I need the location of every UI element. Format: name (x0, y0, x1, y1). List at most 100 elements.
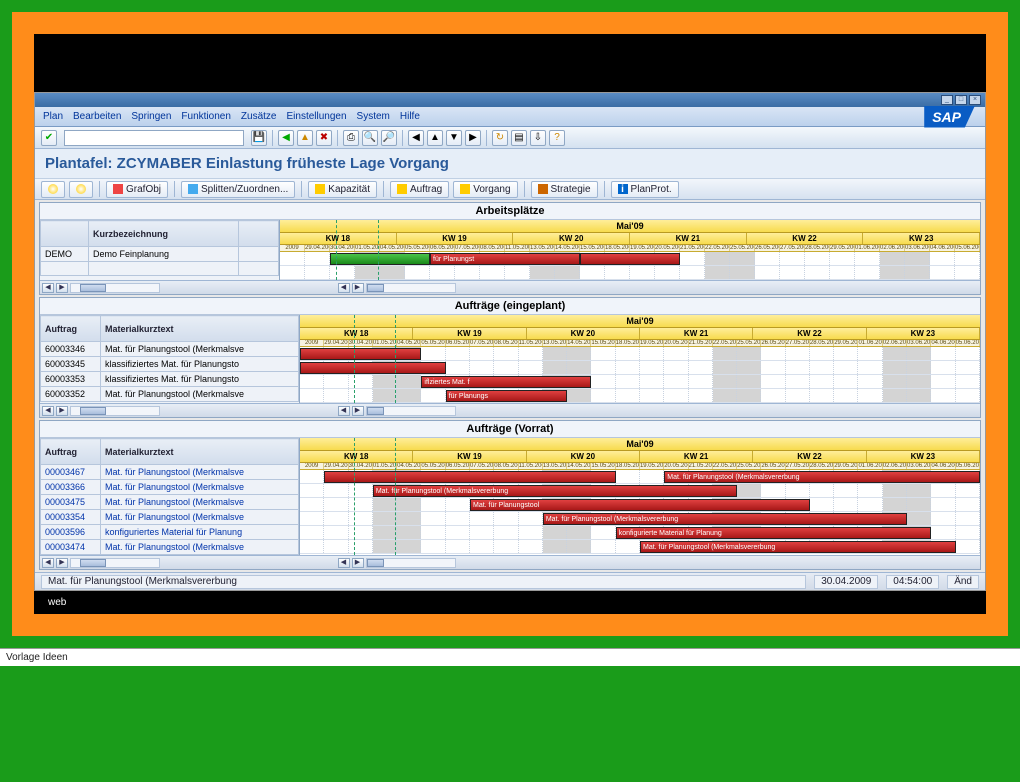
scroll-right-icon[interactable]: ▶ (56, 406, 68, 416)
scroll-left-icon[interactable]: ◀ (42, 406, 54, 416)
table-row[interactable]: 00003366Mat. für Planungstool (Merkmalsv… (41, 480, 299, 495)
day-header: 21.05.2009 (689, 463, 713, 469)
menu-hilfe[interactable]: Hilfe (400, 111, 420, 122)
table-row[interactable]: 60003345klassifiziertes Mat. für Planung… (41, 357, 299, 372)
close-button[interactable]: × (969, 95, 981, 105)
layout-icon[interactable]: ▤ (511, 130, 527, 146)
gantt-bar[interactable] (300, 348, 421, 360)
gantt-bar[interactable]: für Planungst (430, 253, 580, 265)
gantt-bar[interactable]: Mat. für Planungstool (470, 499, 810, 511)
table-row[interactable]: DEMODemo Feinplanung (41, 247, 279, 262)
table-row[interactable]: 00003474Mat. für Planungstool (Merkmalsv… (41, 540, 299, 555)
day-header: 30.04.2009 (349, 340, 373, 346)
menu-einstellungen[interactable]: Einstellungen (286, 111, 346, 122)
next-page-icon[interactable]: ▼ (446, 130, 462, 146)
minimize-button[interactable]: _ (941, 95, 953, 105)
gantt-bar[interactable]: iflziertes Mat. f (421, 376, 591, 388)
maximize-button[interactable]: □ (955, 95, 967, 105)
menu-funktionen[interactable]: Funktionen (181, 111, 230, 122)
gantt-bar[interactable]: Mat. für Planungstool (Merkmalsvererbung (543, 513, 907, 525)
vorgang-button[interactable]: Vorgang (453, 181, 517, 198)
col-auftrag[interactable]: Auftrag (41, 439, 101, 465)
scroll-left-icon[interactable]: ◀ (42, 283, 54, 293)
gantt-bar[interactable] (330, 253, 430, 265)
menu-bearbeiten[interactable]: Bearbeiten (73, 111, 121, 122)
timeline-row[interactable]: für Planungst (280, 252, 980, 266)
table-row[interactable]: 00003354Mat. für Planungstool (Merkmalsv… (41, 510, 299, 525)
gantt-bar[interactable] (580, 253, 680, 265)
timeline-row[interactable] (300, 361, 980, 375)
planprot-button[interactable]: iPlanProt. (611, 181, 679, 198)
gantt-bar[interactable] (300, 362, 446, 374)
grafobj-button[interactable]: GrafObj (106, 181, 168, 198)
col-material[interactable]: Materialkurztext (101, 316, 299, 342)
timeline-row[interactable]: Mat. für Planungstool (300, 498, 980, 512)
timeline-row[interactable] (300, 347, 980, 361)
table-row[interactable]: 00003596konfiguriertes Material für Plan… (41, 525, 299, 540)
strategie-button[interactable]: Strategie (531, 181, 598, 198)
day-header: 27.05.2009 (786, 340, 810, 346)
timeline-row[interactable]: iflziertes Mat. f (300, 375, 980, 389)
scroll-left2-icon[interactable]: ◀ (338, 283, 350, 293)
exit-icon[interactable]: ▲ (297, 130, 313, 146)
scroll-right-icon[interactable]: ▶ (56, 283, 68, 293)
week-header: KW 22 (747, 233, 864, 244)
day-header: 11.05.2009 (519, 463, 543, 469)
menu-springen[interactable]: Springen (131, 111, 171, 122)
table-row[interactable]: 60003346Mat. für Planungstool (Merkmalsv… (41, 342, 299, 357)
gantt-bar[interactable]: Mat. für Planungstool (Merkmalsvererbung (640, 541, 956, 553)
gantt-bar[interactable]: für Planungs (446, 390, 567, 402)
save-icon[interactable]: 💾 (251, 130, 267, 146)
gantt-bar[interactable]: Mat. für Planungstool (Merkmalsvererbung (664, 471, 980, 483)
timeline-row[interactable]: Mat. für Planungstool (Merkmalsvererbung (300, 540, 980, 554)
prev-page-icon[interactable]: ▲ (427, 130, 443, 146)
col-auftrag[interactable]: Auftrag (41, 316, 101, 342)
menu-plan[interactable]: Plan (43, 111, 63, 122)
timeline-row[interactable]: konfigurierte Material für Planung (300, 526, 980, 540)
day-header: 15.05.2009 (580, 245, 605, 251)
menu-zusaetze[interactable]: Zusätze (241, 111, 277, 122)
splitten-button[interactable]: Splitten/Zuordnen... (181, 181, 295, 198)
export-icon[interactable]: ⇩ (530, 130, 546, 146)
col-blank[interactable] (41, 221, 89, 247)
cancel-icon[interactable]: ✖ (316, 130, 332, 146)
timeline-row[interactable]: Mat. für Planungstool (Merkmalsvererbung (300, 484, 980, 498)
refresh-icon[interactable]: ↻ (492, 130, 508, 146)
scroll-right2-icon[interactable]: ▶ (352, 283, 364, 293)
last-page-icon[interactable]: ▶ (465, 130, 481, 146)
hscroll-2: ◀ ▶ ◀ ▶ (40, 403, 980, 417)
scroll-track[interactable] (70, 283, 160, 293)
timeline-row[interactable]: Mat. für Planungstool (Merkmalsvererbung (300, 470, 980, 484)
gantt-bar[interactable]: Mat. für Planungstool (Merkmalsvererbung (373, 485, 737, 497)
zoom-out-button[interactable] (69, 181, 93, 198)
command-field[interactable] (64, 130, 244, 146)
menu-system[interactable]: System (357, 111, 390, 122)
print-icon[interactable]: ⎙ (343, 130, 359, 146)
table-row[interactable]: 00003475Mat. für Planungstool (Merkmalsv… (41, 495, 299, 510)
table-row[interactable]: 60003353klassifiziertes Mat. für Planung… (41, 372, 299, 387)
col-material[interactable]: Materialkurztext (101, 439, 299, 465)
timeline-row[interactable]: Mat. für Planungstool (Merkmalsvererbung (300, 512, 980, 526)
gantt-bar[interactable]: konfigurierte Material für Planung (616, 527, 932, 539)
week-header: KW 21 (630, 233, 747, 244)
check-icon[interactable]: ✔ (41, 130, 57, 146)
timeline-row[interactable]: für Planungs (300, 389, 980, 403)
arbeitsplaetze-table: Kurzbezeichnung DEMODemo Feinplanung (40, 220, 279, 276)
kapazitaet-button[interactable]: Kapazität (308, 181, 377, 198)
day-header: 18.05.2009 (605, 245, 630, 251)
table-row[interactable]: 60003352Mat. für Planungstool (Merkmalsv… (41, 387, 299, 402)
gantt-bar[interactable] (324, 471, 615, 483)
first-page-icon[interactable]: ◀ (408, 130, 424, 146)
zoom-in-button[interactable] (41, 181, 65, 198)
timeline-row[interactable] (280, 266, 980, 280)
status-time: 04:54:00 (886, 575, 939, 589)
col-kurzbez[interactable]: Kurzbezeichnung (89, 221, 239, 247)
day-header: 14.05.2009 (555, 245, 580, 251)
find-next-icon[interactable]: 🔎 (381, 130, 397, 146)
table-row[interactable]: 00003467Mat. für Planungstool (Merkmalsv… (41, 465, 299, 480)
find-icon[interactable]: 🔍 (362, 130, 378, 146)
scroll-track2[interactable] (366, 283, 456, 293)
back-icon[interactable]: ◀ (278, 130, 294, 146)
auftrag-button[interactable]: Auftrag (390, 181, 449, 198)
help-icon[interactable]: ? (549, 130, 565, 146)
